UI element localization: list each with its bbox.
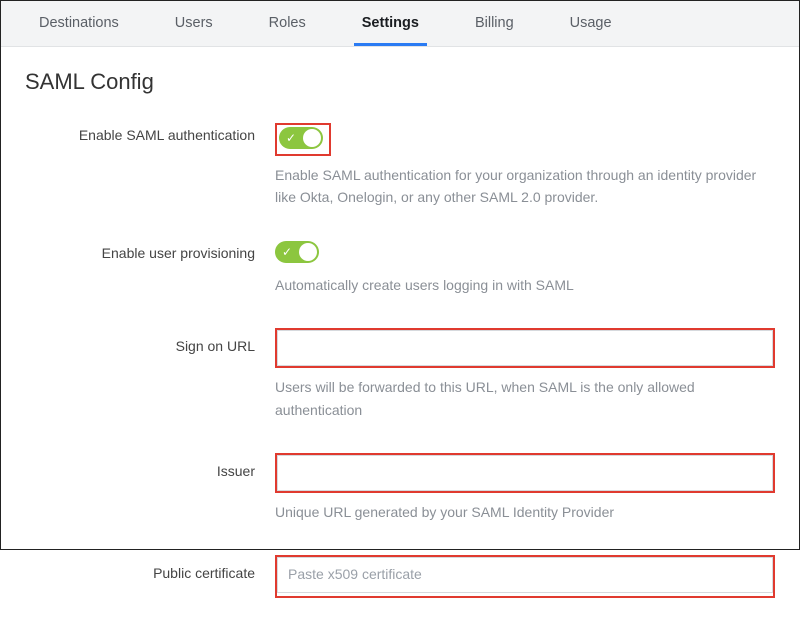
- enable-provisioning-help: Automatically create users logging in wi…: [275, 274, 775, 296]
- row-enable-provisioning: Enable user provisioning ✓ Automatically…: [25, 241, 775, 296]
- row-public-certificate: Public certificate: [25, 555, 775, 598]
- page-title: SAML Config: [25, 69, 775, 95]
- highlight-sign-on-url: [275, 328, 775, 368]
- highlight-public-certificate: [275, 555, 775, 598]
- checkmark-icon: ✓: [286, 132, 296, 144]
- public-certificate-input[interactable]: [277, 557, 773, 593]
- row-sign-on-url: Sign on URL Users will be forwarded to t…: [25, 328, 775, 421]
- tab-destinations[interactable]: Destinations: [31, 1, 127, 46]
- row-issuer: Issuer Unique URL generated by your SAML…: [25, 453, 775, 523]
- toggle-knob: [303, 129, 321, 147]
- tab-usage[interactable]: Usage: [562, 1, 620, 46]
- enable-saml-help: Enable SAML authentication for your orga…: [275, 164, 775, 209]
- toggle-knob: [299, 243, 317, 261]
- enable-provisioning-toggle[interactable]: ✓: [275, 241, 319, 263]
- sign-on-url-label: Sign on URL: [25, 328, 275, 354]
- highlight-issuer: [275, 453, 775, 493]
- sign-on-url-input[interactable]: [277, 330, 773, 366]
- public-certificate-label: Public certificate: [25, 555, 275, 581]
- sign-on-url-help: Users will be forwarded to this URL, whe…: [275, 376, 775, 421]
- tab-users[interactable]: Users: [167, 1, 221, 46]
- saml-config-form: Enable SAML authentication ✓ Enable SAML…: [25, 123, 775, 598]
- checkmark-icon: ✓: [282, 246, 292, 258]
- issuer-input[interactable]: [277, 455, 773, 491]
- tab-settings[interactable]: Settings: [354, 1, 427, 46]
- issuer-label: Issuer: [25, 453, 275, 479]
- tab-billing[interactable]: Billing: [467, 1, 522, 46]
- tab-roles[interactable]: Roles: [261, 1, 314, 46]
- highlight-enable-saml: ✓: [275, 123, 331, 156]
- enable-saml-label: Enable SAML authentication: [25, 123, 275, 143]
- issuer-help: Unique URL generated by your SAML Identi…: [275, 501, 775, 523]
- page-body: SAML Config Enable SAML authentication ✓…: [1, 47, 799, 618]
- enable-provisioning-label: Enable user provisioning: [25, 241, 275, 261]
- top-tabs: Destinations Users Roles Settings Billin…: [1, 1, 799, 47]
- row-enable-saml: Enable SAML authentication ✓ Enable SAML…: [25, 123, 775, 209]
- enable-saml-toggle[interactable]: ✓: [279, 127, 323, 149]
